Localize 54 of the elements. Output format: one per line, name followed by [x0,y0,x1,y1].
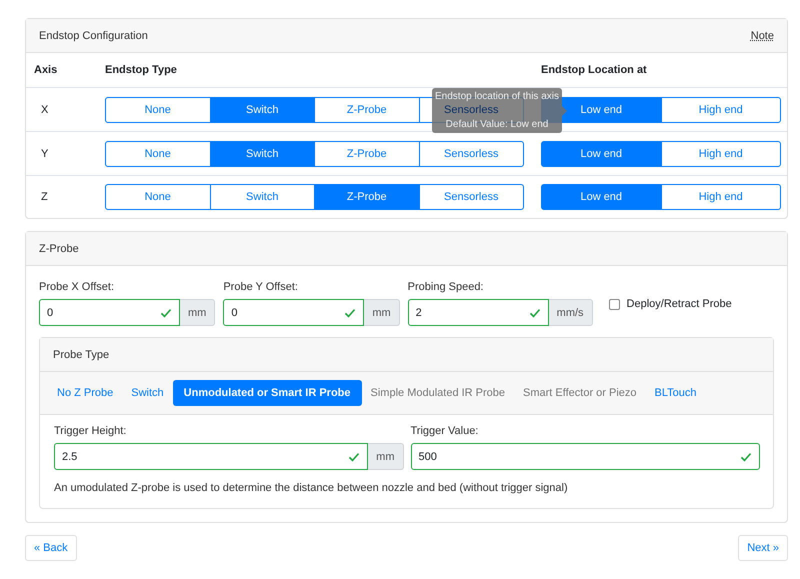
card-title: Probe Type [53,348,110,360]
location-button[interactable]: High end [660,96,781,122]
endstop-type-button[interactable]: None [105,140,210,166]
checkbox-label: Deploy/Retract Probe [626,298,732,310]
field-label: Probe Y Offset: [223,281,299,293]
input-field[interactable]: 0 [223,299,364,326]
column-header: Endstop Type [105,64,178,76]
column-header: Axis [34,64,58,76]
endstop-type-button[interactable]: Sensorless [418,184,524,210]
card-title: Endstop Configuration [39,30,148,42]
next-button[interactable]: Next » [738,535,788,561]
axis-label: Z [40,191,49,203]
endstop-type-button[interactable]: Switch [210,184,315,210]
input-field[interactable]: 2.5 [54,443,368,470]
location-button[interactable]: High end [660,184,781,210]
location-button[interactable]: Low end [541,184,662,210]
check-icon [344,306,356,318]
field-label: Trigger Value: [410,425,480,437]
endstop-type-button[interactable]: None [105,96,210,122]
location-button[interactable]: High end [660,140,781,166]
checkbox[interactable] [608,298,620,310]
field-label: Probing Speed: [408,281,484,293]
input-field[interactable]: 500 [410,443,760,470]
probe-type-tab[interactable]: Unmodulated or Smart IR Probe [172,380,362,406]
check-icon [348,450,360,462]
endstop-type-button[interactable]: None [105,184,210,210]
location-button[interactable]: Low end [541,140,662,166]
description-text: An umodulated Z-probe is used to determine the distance between nozzle and bed (without trigger signal) [54,482,569,494]
back-button[interactable]: « Back [25,535,77,561]
axis-label: X [40,104,50,116]
endstop-type-button[interactable]: Z-Probe [314,184,420,210]
probe-type-tab[interactable]: BLTouch [646,380,706,406]
check-icon [160,306,172,318]
check-icon [528,306,541,318]
probe-type-tab[interactable]: Switch [122,380,173,406]
field-label: Trigger Height: [54,425,128,437]
unit-label: mm [180,299,216,326]
card-title: Z-Probe [39,242,79,254]
input-field[interactable]: 0 [39,299,180,326]
column-header: Endstop Location at [541,64,647,76]
endstop-type-button[interactable]: Switch [210,140,315,166]
unit-label: mm [368,443,404,470]
unit-label: mm [364,299,400,326]
endstop-type-button[interactable]: Z-Probe [314,96,420,122]
input-field[interactable]: 2 [408,299,549,326]
axis-label: Y [40,148,50,160]
unit-label: mm/s [548,299,593,326]
note-link[interactable]: Note [750,30,774,42]
endstop-type-button[interactable]: Z-Probe [314,140,420,166]
check-icon [740,450,752,462]
field-label: Probe X Offset: [39,281,116,293]
probe-type-tab[interactable]: No Z Probe [48,380,122,406]
endstop-type-button[interactable]: Switch [210,96,315,122]
endstop-type-button[interactable]: Sensorless [418,140,524,166]
